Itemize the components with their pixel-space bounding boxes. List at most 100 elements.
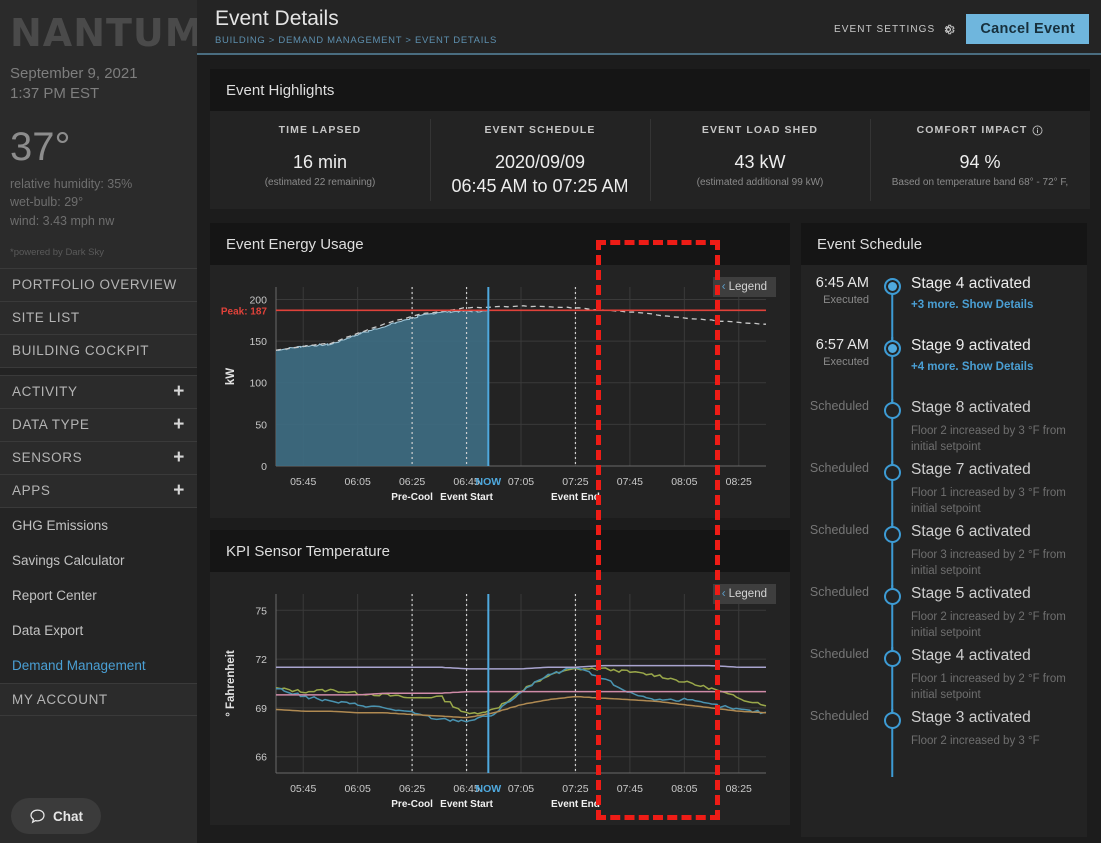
svg-text:05:45: 05:45 <box>290 783 316 795</box>
timeline-stage-label: Stage 9 activated <box>911 337 1031 354</box>
svg-text:100: 100 <box>249 378 267 390</box>
timeline-time-col: Scheduled <box>807 399 879 461</box>
timeline-content: Stage 8 activated Floor 2 increased by 3… <box>905 399 1075 461</box>
sidebar-item-demand-management[interactable]: Demand Management <box>0 647 197 683</box>
sidebar-item-ghg-emissions[interactable]: GHG Emissions <box>0 507 197 543</box>
top-bar-actions: EVENT SETTINGS Cancel Event <box>834 7 1089 44</box>
top-bar: Event Details BUILDING > DEMAND MANAGEME… <box>197 0 1101 55</box>
sidebar-apps-list: GHG Emissions Savings Calculator Report … <box>0 507 197 683</box>
highlight-label-text: COMFORT IMPACT <box>916 124 1028 136</box>
timeline-time-col: Scheduled <box>807 461 879 523</box>
chevron-left-icon: ‹ <box>721 281 726 293</box>
svg-text:kW: kW <box>225 368 237 385</box>
highlight-label: EVENT SCHEDULE <box>484 124 596 136</box>
timeline-show-details-link[interactable]: +3 more. Show Details <box>911 299 1075 311</box>
timeline-stage-label: Stage 5 activated <box>911 585 1031 602</box>
kpi-sensor-temperature-card: KPI Sensor Temperature ‹ Legend 66 69 72 75 0… <box>210 530 790 825</box>
legend-label: Legend <box>728 588 767 600</box>
timeline-description: Floor 2 increased by 3 °F <box>911 734 1040 747</box>
timeline-dot-icon[interactable] <box>883 712 901 729</box>
event-energy-usage-plot: ‹ Legend 0 50 100 150 200 05:45 06:05 06:25 06:45… <box>210 265 790 518</box>
sidebar-group-activity[interactable]: ACTIVITY + <box>0 376 197 409</box>
event-highlights-card: Event Highlights TIME LAPSED 16 min (est… <box>210 69 1090 209</box>
sidebar-item-report-center[interactable]: Report Center <box>0 577 197 613</box>
timeline-time: 6:57 AM <box>815 337 869 353</box>
event-energy-usage-card: Event Energy Usage ‹ Legend 0 50 100 150 200 0… <box>210 223 790 518</box>
date-time-block: September 9, 2021 1:37 PM EST <box>0 52 197 105</box>
timeline-time: 6:45 AM <box>815 275 869 291</box>
sidebar-item-my-account[interactable]: MY ACCOUNT <box>0 682 197 716</box>
svg-text:06:25: 06:25 <box>399 476 425 488</box>
timeline-dot-icon[interactable] <box>883 464 901 481</box>
highlight-value: 16 min <box>292 152 348 172</box>
event-settings-button[interactable]: EVENT SETTINGS <box>834 22 956 37</box>
timeline-content: Stage 4 activated Floor 1 increased by 2… <box>905 647 1075 709</box>
plus-icon[interactable]: + <box>173 481 185 500</box>
sidebar-item-label: Savings Calculator <box>12 552 125 568</box>
info-icon[interactable] <box>1032 125 1043 136</box>
plus-icon[interactable]: + <box>173 448 185 467</box>
highlight-time-lapsed: TIME LAPSED 16 min (estimated 22 remaini… <box>210 111 430 209</box>
sidebar-group-apps[interactable]: APPS + <box>0 475 197 508</box>
timeline-description: Floor 3 increased by 2 °F from initial s… <box>911 548 1066 578</box>
timeline-time-col: Scheduled <box>807 585 879 647</box>
timeline-dot-icon[interactable] <box>883 588 901 605</box>
svg-text:07:25: 07:25 <box>562 476 588 488</box>
sidebar-group-data-type[interactable]: DATA TYPE + <box>0 409 197 442</box>
svg-text:06:05: 06:05 <box>345 476 371 488</box>
sidebar-item-site-list[interactable]: SITE LIST <box>0 302 197 335</box>
timeline-state: Executed <box>823 294 869 307</box>
chat-label: Chat <box>53 808 83 824</box>
plus-icon[interactable]: + <box>173 415 185 434</box>
timeline-description: Floor 1 increased by 2 °F from initial s… <box>911 672 1066 702</box>
current-time: 1:37 PM EST <box>10 85 100 103</box>
temp-legend-button[interactable]: ‹ Legend <box>712 584 776 604</box>
timeline-stage-label: Stage 6 activated <box>911 523 1031 540</box>
svg-text:NOW: NOW <box>475 783 501 795</box>
timeline-stage-label: Stage 4 activated <box>911 647 1031 664</box>
highlight-value: 2020/09/09 06:45 AM to 07:25 AM <box>451 152 629 197</box>
timeline-content: Stage 3 activated Floor 2 increased by 3… <box>905 709 1075 771</box>
svg-text:Event Start: Event Start <box>440 492 493 503</box>
highlight-sub: (estimated additional 99 kW) <box>696 177 824 189</box>
timeline-dot-icon[interactable] <box>883 340 901 357</box>
timeline-description: Floor 2 increased by 2 °F from initial s… <box>911 610 1066 640</box>
highlight-label: EVENT LOAD SHED <box>701 124 819 136</box>
sidebar-item-label: SITE LIST <box>12 310 80 326</box>
timeline-marker-col <box>879 399 905 467</box>
chevron-left-icon: ‹ <box>721 588 726 600</box>
svg-text:66: 66 <box>255 752 267 764</box>
timeline-marker-col <box>879 709 905 777</box>
sidebar-group-sensors[interactable]: SENSORS + <box>0 442 197 475</box>
timeline-show-details-link[interactable]: +4 more. Show Details <box>911 361 1075 373</box>
sidebar-item-label: BUILDING COCKPIT <box>12 343 150 359</box>
cancel-event-button[interactable]: Cancel Event <box>966 14 1089 44</box>
breadcrumb[interactable]: BUILDING > DEMAND MANAGEMENT > EVENT DET… <box>215 35 497 46</box>
timeline-time-col: Scheduled <box>807 647 879 709</box>
timeline-content: Stage 5 activated Floor 2 increased by 2… <box>905 585 1075 647</box>
timeline-marker-col <box>879 337 905 405</box>
timeline-item: Scheduled Stage 7 activated Floor 1 incr… <box>801 461 1087 529</box>
timeline-dot-icon[interactable] <box>883 650 901 667</box>
sidebar-item-data-export[interactable]: Data Export <box>0 612 197 648</box>
sidebar-item-portfolio-overview[interactable]: PORTFOLIO OVERVIEW <box>0 269 197 302</box>
timeline-dot-icon[interactable] <box>883 402 901 419</box>
timeline-stage-label: Stage 7 activated <box>911 461 1031 478</box>
highlight-event-schedule: EVENT SCHEDULE 2020/09/09 06:45 AM to 07… <box>430 111 650 209</box>
kpi-sensor-temperature-plot: ‹ Legend 66 69 72 75 05:45 06:05 06:25 06:45 07:0… <box>210 572 790 825</box>
energy-legend-button[interactable]: ‹ Legend <box>712 277 776 297</box>
timeline-dot-icon[interactable] <box>883 278 901 295</box>
timeline-dot-icon[interactable] <box>883 526 901 543</box>
timeline-stage-label: Stage 8 activated <box>911 399 1031 416</box>
sidebar-item-building-cockpit[interactable]: BUILDING COCKPIT <box>0 335 197 368</box>
chat-button[interactable]: Chat <box>11 798 101 834</box>
weather-details: relative humidity: 35% wet-bulb: 29° win… <box>0 167 197 231</box>
timeline-state: Scheduled <box>809 709 869 723</box>
highlight-value: 94 % <box>959 152 1001 172</box>
svg-text:200: 200 <box>249 294 267 306</box>
svg-text:08:25: 08:25 <box>726 783 752 795</box>
highlight-label: TIME LAPSED <box>278 124 362 136</box>
plus-icon[interactable]: + <box>173 382 185 401</box>
sidebar-item-savings-calculator[interactable]: Savings Calculator <box>0 542 197 578</box>
svg-text:07:05: 07:05 <box>508 476 534 488</box>
